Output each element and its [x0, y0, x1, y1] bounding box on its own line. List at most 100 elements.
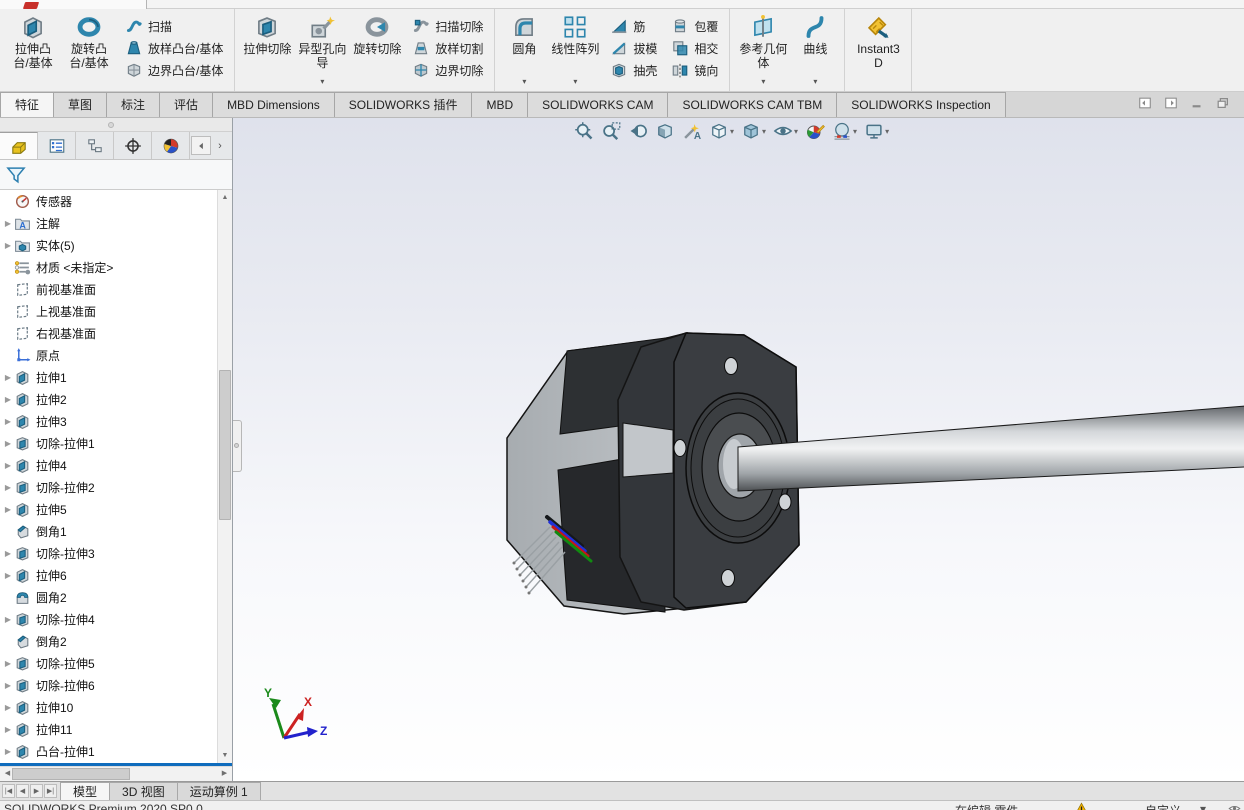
study-tab-模型[interactable]: 模型: [60, 782, 111, 800]
panel-tab-propertymanager[interactable]: [38, 132, 76, 159]
tab-solidworks-cam-tbm[interactable]: SOLIDWORKS CAM TBM: [667, 92, 838, 117]
expand-arrow-icon[interactable]: ▶: [2, 241, 14, 250]
tab-solidworks-inspection[interactable]: SOLIDWORKS Inspection: [836, 92, 1006, 117]
dropdown-arrow-icon[interactable]: ▾: [761, 78, 765, 86]
previous-view-button[interactable]: [627, 120, 649, 142]
study-tab-运动算例-1[interactable]: 运动算例 1: [176, 782, 261, 800]
ribbon-boundary-button[interactable]: 边界凸台/基体: [121, 59, 227, 81]
graphics-viewport[interactable]: Y X Z ▾ ▾ ▾ ▾ ▾: [233, 118, 1244, 781]
ribbon-curves-button[interactable]: 曲线 ▾: [792, 11, 838, 87]
tree-item-拉伸6[interactable]: ▶ 拉伸6: [0, 564, 232, 586]
tree-item-传感器[interactable]: 传感器: [0, 190, 232, 212]
restore-icon-button[interactable]: [1216, 96, 1230, 113]
expand-arrow-icon[interactable]: ▶: [2, 747, 14, 756]
tab-mbd-dimensions[interactable]: MBD Dimensions: [212, 92, 335, 117]
tree-item-拉伸1[interactable]: ▶ 拉伸1: [0, 366, 232, 388]
tab-mbd[interactable]: MBD: [471, 92, 529, 117]
tab-solidworks-cam[interactable]: SOLIDWORKS CAM: [527, 92, 669, 117]
minimize-icon-button[interactable]: [1190, 96, 1204, 113]
tree-item-实体(5)[interactable]: ▶ 实体(5): [0, 234, 232, 256]
expand-arrow-icon[interactable]: ▶: [2, 417, 14, 426]
tree-item-拉伸5[interactable]: ▶ 拉伸5: [0, 498, 232, 520]
expand-arrow-icon[interactable]: ▶: [2, 703, 14, 712]
tree-item-倒角2[interactable]: 倒角2: [0, 630, 232, 652]
scroll-up-icon[interactable]: ▲: [218, 190, 232, 205]
tree-horizontal-scrollbar[interactable]: ◀ ▶: [0, 766, 232, 781]
expand-arrow-icon[interactable]: ▶: [2, 395, 14, 404]
ribbon-instant3d-button[interactable]: Instant3D: [851, 11, 905, 87]
dropdown-arrow-icon[interactable]: ▾: [813, 78, 817, 86]
ribbon-loft-button[interactable]: 放样凸台/基体: [121, 37, 227, 59]
expand-arrow-icon[interactable]: ▶: [2, 373, 14, 382]
panel-tab-displaymanager[interactable]: [152, 132, 190, 159]
tree-item-切除-拉伸4[interactable]: ▶ 切除-拉伸4: [0, 608, 232, 630]
study-nav-button-0[interactable]: |◀: [2, 784, 15, 798]
tree-item-上视基准面[interactable]: 上视基准面: [0, 300, 232, 322]
tree-item-拉伸10[interactable]: ▶ 拉伸10: [0, 696, 232, 718]
panel-splitter[interactable]: [0, 118, 232, 132]
dropdown-arrow-icon[interactable]: ▾: [853, 127, 857, 136]
eye-icon[interactable]: [1228, 802, 1241, 810]
ribbon-extrude-boss-button[interactable]: 拉伸凸台/基体: [6, 11, 60, 87]
tree-item-倒角1[interactable]: 倒角1: [0, 520, 232, 542]
display-style-button[interactable]: ▾: [740, 120, 767, 142]
edit-appearance-button[interactable]: [804, 120, 826, 142]
expand-arrow-icon[interactable]: ▶: [2, 505, 14, 514]
tree-item-拉伸11[interactable]: ▶ 拉伸11: [0, 718, 232, 740]
ribbon-linear-pattern-button[interactable]: 线性阵列 ▾: [549, 11, 601, 87]
expand-arrow-icon[interactable]: ▶: [2, 439, 14, 448]
expand-arrow-icon[interactable]: ▶: [2, 571, 14, 580]
panel-tab-featuremanager[interactable]: [0, 132, 38, 159]
tree-item-凸台-拉伸1[interactable]: ▶ 凸台-拉伸1: [0, 740, 232, 762]
tree-vertical-scrollbar[interactable]: ▲ ▼: [217, 190, 232, 763]
zoom-to-area-button[interactable]: [600, 120, 622, 142]
panel-tab-dimxpert[interactable]: [114, 132, 152, 159]
section-view-button[interactable]: [654, 120, 676, 142]
tree-item-右视基准面[interactable]: 右视基准面: [0, 322, 232, 344]
hide-show-items-button[interactable]: ▾: [772, 120, 799, 142]
ribbon-intersect-button[interactable]: 相交: [667, 37, 722, 59]
pane-right-icon-button[interactable]: [1164, 96, 1178, 113]
tree-item-拉伸4[interactable]: ▶ 拉伸4: [0, 454, 232, 476]
scrollbar-thumb[interactable]: [12, 768, 130, 780]
study-tab-3D-视图[interactable]: 3D 视图: [109, 782, 178, 800]
tab-草图[interactable]: 草图: [53, 92, 108, 117]
dropdown-arrow-icon[interactable]: ▾: [885, 127, 889, 136]
panel-collapse-handle[interactable]: [233, 420, 242, 472]
ribbon-loft-cut-button[interactable]: 放样切割: [408, 37, 487, 59]
apply-scene-button[interactable]: ▾: [831, 120, 858, 142]
study-nav-button-2[interactable]: ▶: [30, 784, 43, 798]
tree-item-材质 <未指定>[interactable]: 材质 <未指定>: [0, 256, 232, 278]
dropdown-arrow-icon[interactable]: ▾: [522, 78, 526, 86]
warning-icon[interactable]: [1075, 802, 1088, 810]
study-nav-button-1[interactable]: ◀: [16, 784, 29, 798]
dropdown-arrow-icon[interactable]: ▾: [762, 127, 766, 136]
pane-left-icon-button[interactable]: [1138, 96, 1152, 113]
tree-item-切除-拉伸1[interactable]: ▶ 切除-拉伸1: [0, 432, 232, 454]
expand-arrow-icon[interactable]: ▶: [2, 461, 14, 470]
dropdown-arrow-icon[interactable]: ▾: [320, 78, 324, 86]
tree-item-切除-拉伸2[interactable]: ▶ 切除-拉伸2: [0, 476, 232, 498]
expand-arrow-icon[interactable]: ▶: [2, 681, 14, 690]
tree-item-原点[interactable]: 原点: [0, 344, 232, 366]
expand-arrow-icon[interactable]: ▶: [2, 483, 14, 492]
scroll-right-icon[interactable]: ▶: [217, 767, 232, 781]
model-canvas[interactable]: Y X Z: [233, 118, 1244, 781]
tree-filter-bar[interactable]: [0, 160, 232, 190]
panel-tab-configmanager[interactable]: [76, 132, 114, 159]
caret-down-icon[interactable]: ▾: [1200, 802, 1206, 810]
ribbon-boundary-cut-button[interactable]: 边界切除: [408, 59, 487, 81]
scrollbar-thumb[interactable]: [219, 370, 231, 520]
ribbon-extrude-cut-button[interactable]: 拉伸切除: [241, 11, 293, 87]
ribbon-rib-button[interactable]: 筋: [606, 15, 661, 37]
expand-arrow-icon[interactable]: ▶: [2, 219, 14, 228]
dropdown-arrow-icon[interactable]: ▾: [794, 127, 798, 136]
expand-arrow-icon[interactable]: ▶: [2, 615, 14, 624]
ribbon-ref-geometry-button[interactable]: 参考几何体 ▾: [736, 11, 790, 87]
ribbon-revolve-boss-button[interactable]: 旋转凸台/基体: [62, 11, 116, 87]
ribbon-sweep-button[interactable]: 扫描: [121, 15, 227, 37]
tree-item-注解[interactable]: ▶ 注解: [0, 212, 232, 234]
tree-item-拉伸3[interactable]: ▶ 拉伸3: [0, 410, 232, 432]
tree-item-前视基准面[interactable]: 前视基准面: [0, 278, 232, 300]
study-nav-button-3[interactable]: ▶|: [44, 784, 57, 798]
